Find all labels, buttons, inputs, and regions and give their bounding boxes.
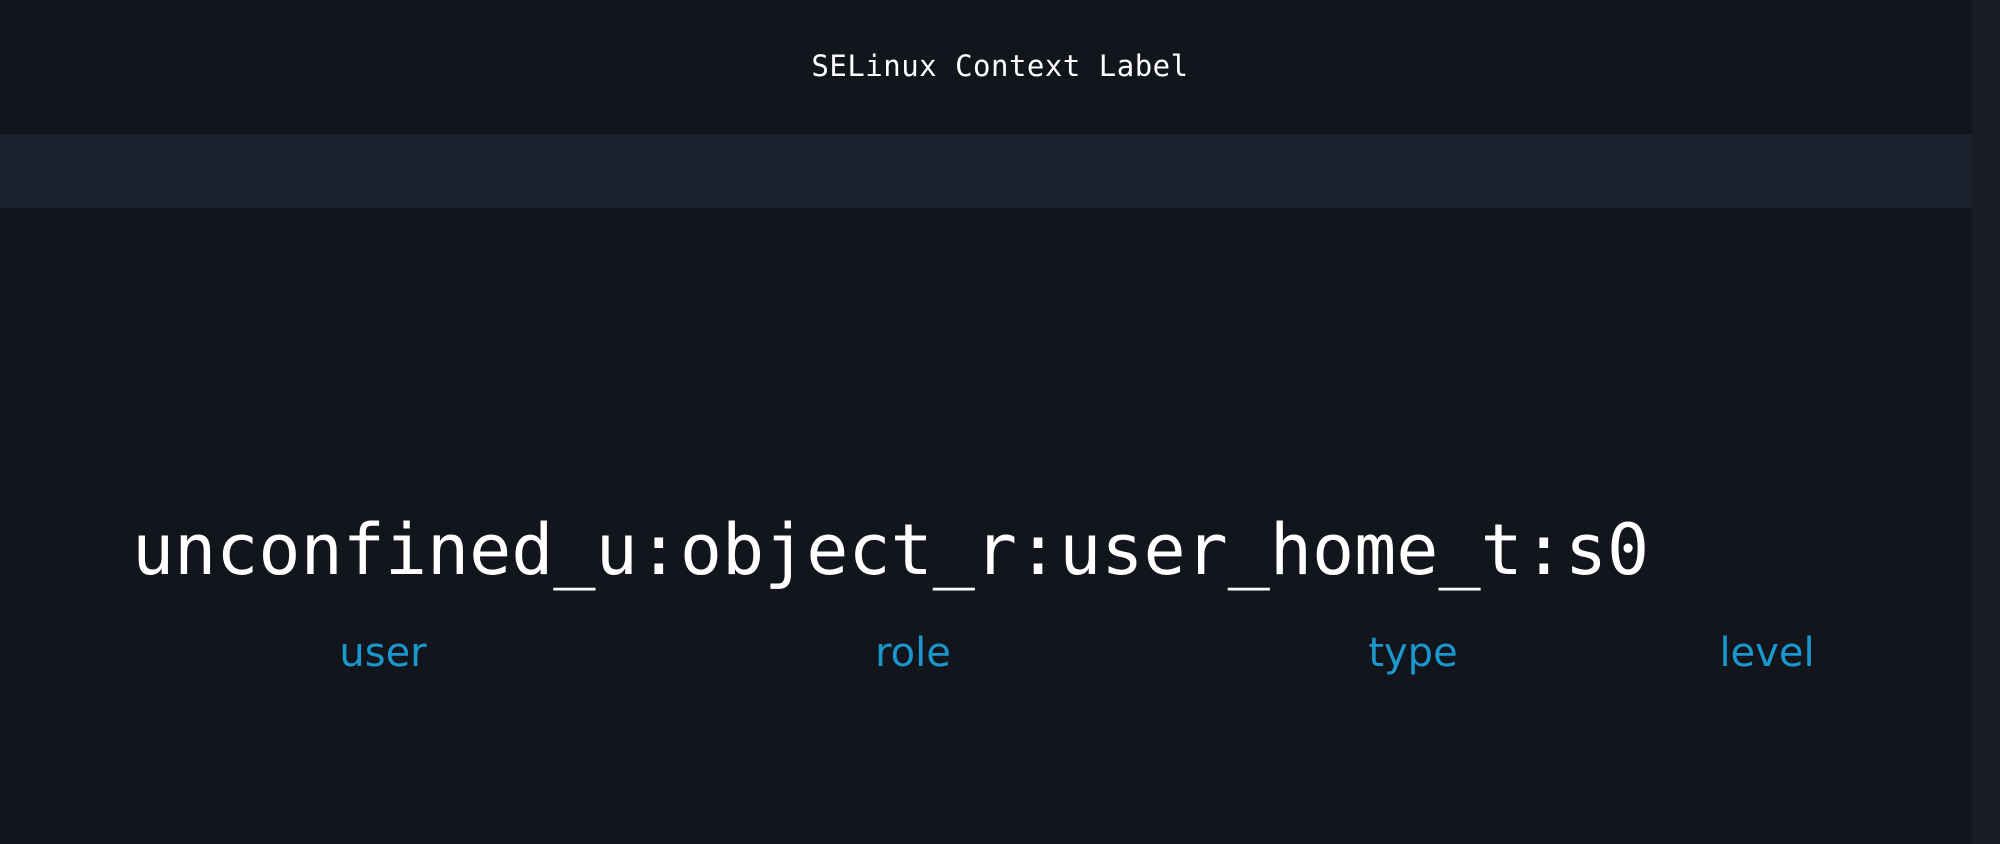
field-label-user: user xyxy=(339,630,427,676)
field-label-role: role xyxy=(875,630,951,676)
field-label-level: level xyxy=(1719,630,1815,676)
selinux-context-string: unconfined_u:object_r:user_home_t:s0 xyxy=(132,509,1650,591)
right-edge-strip xyxy=(1972,0,2000,844)
diagram-canvas: SELinux Context Label unconfined_u:objec… xyxy=(0,0,2000,844)
diagram-title: SELinux Context Label xyxy=(811,49,1189,83)
field-label-type: type xyxy=(1368,630,1458,676)
header-band xyxy=(0,134,1972,208)
